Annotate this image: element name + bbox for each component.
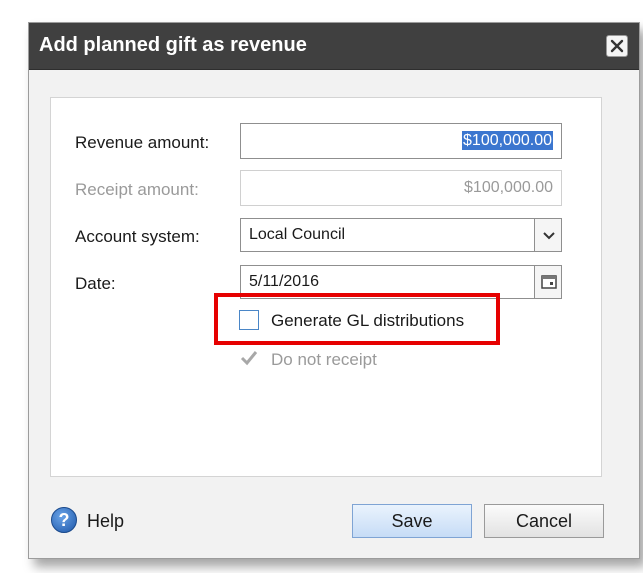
save-button[interactable]: Save <box>352 504 472 538</box>
account-system-label: Account system: <box>75 227 200 246</box>
form-panel: Revenue amount: $100,000.00 Receipt amou… <box>50 97 602 477</box>
annotation-highlight-box <box>214 293 500 345</box>
date-picker-button[interactable] <box>534 265 562 299</box>
date-value: 5/11/2016 <box>249 273 319 290</box>
do-not-receipt-label: Do not receipt <box>271 350 377 369</box>
help-icon[interactable]: ? <box>51 507 77 533</box>
do-not-receipt-checkbox <box>239 348 259 368</box>
dialog-titlebar: Add planned gift as revenue <box>29 23 639 70</box>
cancel-button[interactable]: Cancel <box>484 504 604 538</box>
account-system-value: Local Council <box>249 226 346 243</box>
calendar-icon <box>541 275 557 289</box>
date-label: Date: <box>75 274 116 293</box>
checkmark-icon <box>240 351 258 366</box>
close-icon <box>610 39 624 53</box>
revenue-amount-label: Revenue amount: <box>75 133 210 152</box>
chevron-down-icon <box>543 232 555 240</box>
account-system-dropdown-button[interactable] <box>534 218 562 252</box>
help-link[interactable]: Help <box>87 511 124 532</box>
dialog: Add planned gift as revenue Revenue amou… <box>28 22 640 559</box>
receipt-amount-label: Receipt amount: <box>75 180 199 199</box>
revenue-amount-value: $100,000.00 <box>462 131 553 150</box>
account-system-select[interactable]: Local Council <box>240 218 536 252</box>
revenue-amount-input[interactable]: $100,000.00 <box>240 123 562 159</box>
receipt-amount-input: $100,000.00 <box>240 170 562 206</box>
close-button[interactable] <box>606 35 628 57</box>
receipt-amount-value: $100,000.00 <box>464 179 553 196</box>
dialog-title: Add planned gift as revenue <box>39 34 307 56</box>
